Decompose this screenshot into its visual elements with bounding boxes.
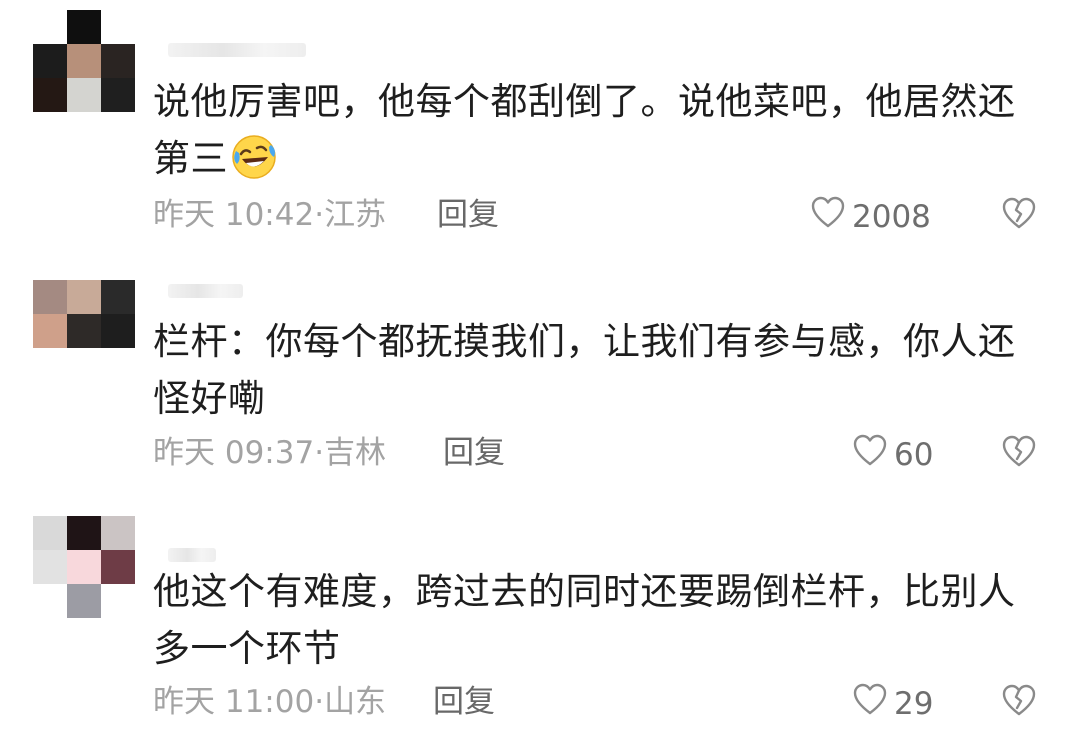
comment-body: 说他厉害吧，他每个都刮倒了。说他菜吧，他居然还第三 [153,80,1016,180]
avatar-pixel [67,550,101,584]
avatar[interactable] [33,280,135,382]
like-count: 29 [894,686,934,722]
avatar-pixel [101,550,135,584]
avatar-pixel [33,516,67,550]
avatar-pixel [67,280,101,314]
heart-icon [810,195,846,239]
like-button[interactable]: 60 [852,433,933,477]
comment-meta: 昨天 09:37·吉林 [153,433,386,473]
dislike-button[interactable] [1000,682,1038,722]
like-count: 2008 [852,199,931,235]
avatar-pixel [101,314,135,348]
comment-item: 栏杆：你每个都抚摸我们，让我们有参与感，你人还怪好嘞 昨天 09:37·吉林 回… [0,250,1080,500]
avatar-pixel [33,550,67,584]
heart-icon [852,682,888,726]
comment-body: 栏杆：你每个都抚摸我们，让我们有参与感，你人还怪好嘞 [153,320,1016,420]
avatar-pixel [67,348,101,382]
comment-meta: 昨天 10:42·江苏 [153,195,386,235]
meta-separator: · [314,435,325,471]
like-button[interactable]: 29 [852,682,933,726]
broken-heart-icon [1001,434,1037,472]
avatar-pixel [33,44,67,78]
broken-heart-icon [1001,683,1037,721]
broken-heart-icon [1001,196,1037,234]
avatar[interactable] [33,516,135,618]
avatar-pixel [67,44,101,78]
avatar-pixel [33,314,67,348]
avatar-pixel [101,10,135,44]
comment-time: 昨天 11:00 [153,684,315,720]
comment-item: 说他厉害吧，他每个都刮倒了。说他菜吧，他居然还第三 昨天 10:42·江苏 回复… [0,0,1080,250]
comment-location: 江苏 [324,197,387,233]
username-blurred[interactable] [168,43,306,57]
avatar-pixel [67,10,101,44]
avatar-pixel [101,516,135,550]
avatar-pixel [33,280,67,314]
avatar-pixel [67,584,101,618]
heart-icon [852,433,888,477]
rolling-on-floor-laughing-icon [230,133,278,195]
reply-button[interactable]: 回复 [433,682,495,722]
avatar-pixel [67,516,101,550]
comment-text: 他这个有难度，跨过去的同时还要踢倒栏杆，比别人多一个环节 [153,563,1043,677]
avatar-pixel [67,314,101,348]
avatar-pixel [67,78,101,112]
reply-button[interactable]: 回复 [437,195,499,235]
avatar-pixel [33,78,67,112]
avatar-pixel [101,584,135,618]
comment-time: 昨天 09:37 [153,435,315,471]
avatar[interactable] [33,10,135,112]
avatar-pixel [101,280,135,314]
comment-item: 他这个有难度，跨过去的同时还要踢倒栏杆，比别人多一个环节 昨天 11:00·山东… [0,500,1080,753]
meta-separator: · [314,197,325,233]
avatar-pixel [101,44,135,78]
avatar-pixel [33,584,67,618]
like-button[interactable]: 2008 [810,195,931,239]
username-blurred[interactable] [168,548,216,562]
username-blurred[interactable] [168,284,243,298]
comment-time: 昨天 10:42 [153,197,315,233]
dislike-button[interactable] [1000,195,1038,235]
avatar-pixel [101,78,135,112]
comment-body: 他这个有难度，跨过去的同时还要踢倒栏杆，比别人多一个环节 [153,570,1016,670]
dislike-button[interactable] [1000,433,1038,473]
meta-separator: · [314,684,325,720]
avatar-pixel [101,348,135,382]
comment-location: 吉林 [324,435,387,471]
comment-meta: 昨天 11:00·山东 [153,682,386,722]
comment-text: 说他厉害吧，他每个都刮倒了。说他菜吧，他居然还第三 [153,73,1043,195]
avatar-pixel [33,10,67,44]
reply-button[interactable]: 回复 [443,433,505,473]
avatar-pixel [33,348,67,382]
like-count: 60 [894,437,934,473]
comment-text: 栏杆：你每个都抚摸我们，让我们有参与感，你人还怪好嘞 [153,313,1043,427]
comment-location: 山东 [324,684,387,720]
